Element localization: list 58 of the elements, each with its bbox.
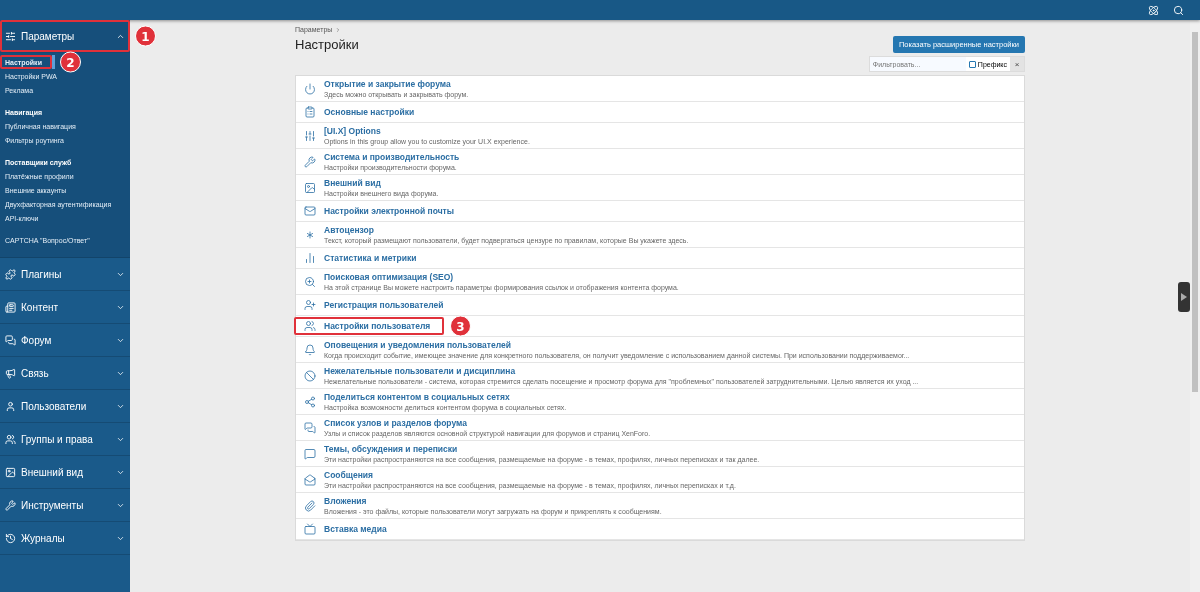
option-icon	[304, 252, 316, 264]
option-icon	[304, 205, 316, 217]
option-link[interactable]: Темы, обсуждения и переписки	[324, 443, 760, 454]
group-icon	[5, 433, 16, 445]
scrollbar[interactable]	[1190, 20, 1200, 592]
group-icon	[5, 30, 16, 42]
option-link[interactable]: Система и производительность	[324, 151, 460, 162]
group-icon	[5, 499, 16, 511]
group-icon	[5, 367, 16, 379]
option-link[interactable]: Открытие и закрытие форума	[324, 78, 469, 89]
group-icon	[5, 532, 16, 544]
search-icon[interactable]	[1173, 4, 1184, 16]
group-icon	[5, 268, 16, 280]
option-icon	[304, 275, 316, 288]
option-link[interactable]: Сообщения	[324, 469, 736, 480]
option-link[interactable]: Настройки электронной почты	[324, 206, 455, 216]
group-icon	[5, 334, 16, 346]
option-link[interactable]: Настройки пользователя	[324, 321, 431, 331]
group-icon	[5, 466, 16, 478]
option-icon	[304, 395, 316, 408]
page-title: Настройки	[295, 37, 359, 52]
panel-toggle-button[interactable]	[1178, 282, 1190, 312]
chevron-icon	[335, 26, 342, 33]
option-link[interactable]: Список узлов и разделов форума	[324, 417, 651, 428]
option-link[interactable]: [UI.X] Options	[324, 125, 530, 136]
play-icon	[1181, 293, 1187, 301]
option-icon	[304, 129, 316, 142]
group-icon	[5, 400, 16, 412]
step-number: 3	[450, 315, 471, 337]
option-icon	[304, 499, 316, 512]
option-icon	[304, 155, 316, 168]
option-icon	[304, 181, 316, 194]
option-link[interactable]: Поисковая оптимизация (SEO)	[324, 271, 679, 282]
option-link[interactable]: Нежелательные пользователи и дисциплина	[324, 365, 919, 376]
option-link[interactable]: Оповещения и уведомления пользователей	[324, 339, 910, 350]
option-link[interactable]: Регистрация пользователей	[324, 300, 444, 310]
highlight-frame	[0, 55, 52, 69]
option-link[interactable]: Вложения	[324, 495, 662, 506]
option-icon	[304, 299, 316, 311]
option-icon	[304, 343, 316, 356]
option-icon	[304, 523, 316, 535]
atom-icon[interactable]	[1148, 4, 1159, 16]
option-link[interactable]: Поделиться контентом в социальных сетях	[324, 391, 567, 402]
option-link[interactable]: Основные настройки	[324, 107, 415, 117]
step-number: 2	[60, 51, 81, 73]
option-link[interactable]: Статистика и метрики	[324, 253, 417, 263]
option-icon	[304, 421, 316, 434]
option-icon	[304, 106, 316, 118]
option-link[interactable]: Автоцензор	[324, 224, 689, 235]
group-icon	[5, 301, 16, 313]
option-link[interactable]: Внешний вид	[324, 177, 439, 188]
option-icon	[304, 369, 316, 382]
step-number: 1	[135, 25, 156, 47]
option-icon	[304, 320, 316, 332]
option-link[interactable]: Вставка медиа	[324, 524, 387, 534]
option-icon	[304, 82, 316, 95]
option-icon	[304, 473, 316, 486]
option-icon	[304, 447, 316, 460]
